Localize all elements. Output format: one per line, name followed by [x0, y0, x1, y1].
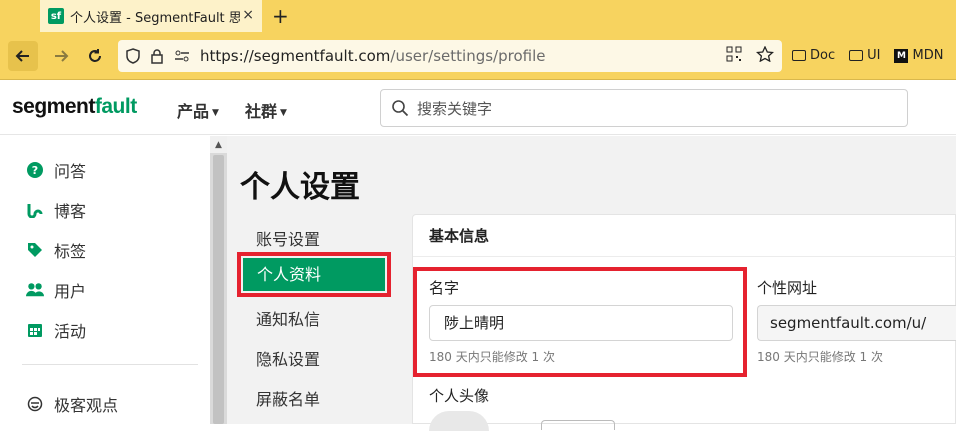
url-label: 个性网址 [757, 279, 818, 297]
permissions-icon[interactable] [174, 48, 190, 64]
users-icon [26, 282, 44, 298]
reload-icon [89, 49, 101, 62]
page-title: 个人设置 [240, 170, 360, 205]
tab-title: 个人设置 - SegmentFault 思否 [70, 10, 240, 26]
avatar-label: 个人头像 [429, 387, 490, 405]
blog-icon [26, 202, 44, 218]
back-button[interactable] [8, 41, 38, 71]
name-label: 名字 [429, 279, 460, 297]
sf-favicon-icon: sf [48, 8, 64, 24]
url-prefix-field: segmentfault.com/u/ [757, 305, 956, 341]
lock-icon[interactable] [150, 48, 164, 64]
url-hint: 180 天内只能修改 1 次 [757, 350, 883, 364]
settings-menu-notifications[interactable]: 通知私信 [256, 306, 320, 330]
bookmark-label: Doc [810, 48, 836, 63]
logo-text-accent: fault [94, 95, 137, 118]
sidebar-item-label: 标签 [54, 242, 87, 261]
forward-button[interactable] [46, 41, 76, 71]
avatar[interactable] [429, 411, 489, 431]
sidebar-scrollbar[interactable]: ▲ [210, 136, 227, 424]
bookmark-ui[interactable]: UI [849, 48, 880, 63]
url-host: https://segmentfault.com [200, 47, 391, 65]
mdn-icon: M [894, 48, 909, 63]
folder-icon [849, 50, 864, 61]
tag-icon [26, 242, 44, 258]
site-logo[interactable]: segmentfault [12, 95, 137, 119]
name-hint: 180 天内只能修改 1 次 [429, 350, 555, 364]
svg-text:?: ? [32, 164, 38, 177]
bookmarks-bar: Doc UI M MDN [792, 48, 943, 63]
upload-avatar-button[interactable] [541, 420, 615, 430]
url-path: /user/settings/profile [390, 47, 546, 65]
sidebar-divider [22, 364, 198, 365]
geek-icon [26, 396, 44, 412]
bookmark-doc[interactable]: Doc [792, 48, 835, 63]
browser-nav-bar: https://segmentfault.com/user/settings/p… [0, 32, 956, 80]
settings-menu-account[interactable]: 账号设置 [256, 226, 320, 250]
browser-tab-bar: sf 个人设置 - SegmentFault 思否 × + [0, 0, 956, 32]
sidebar-item-tags[interactable]: 标签 [26, 238, 86, 262]
url-bar[interactable]: https://segmentfault.com/user/settings/p… [118, 40, 782, 72]
arrow-left-icon [15, 50, 29, 62]
left-sidebar: ? 问答 博客 标签 用户 活动 极客观点 [0, 136, 210, 424]
new-tab-button[interactable]: + [272, 4, 289, 28]
settings-menu-profile[interactable]: 个人资料 [243, 258, 385, 291]
sidebar-item-label: 极客观点 [54, 396, 119, 415]
site-header: segmentfault 产品 ▼ 社群 ▼ 搜索关键字 [0, 81, 956, 135]
folder-icon [792, 50, 806, 61]
sidebar-item-label: 用户 [54, 282, 87, 301]
bookmark-mdn[interactable]: M MDN [894, 48, 943, 63]
sidebar-item-geek[interactable]: 极客观点 [26, 392, 118, 416]
scroll-thumb[interactable] [213, 155, 224, 424]
browser-tab[interactable]: sf 个人设置 - SegmentFault 思否 × [40, 0, 262, 32]
basic-info-panel: 基本信息 名字 陟上晴明 180 天内只能修改 1 次 个性网址 segment… [412, 214, 956, 431]
menu-community[interactable]: 社群 ▼ [245, 98, 287, 122]
caret-down-icon: ▼ [280, 107, 287, 118]
scroll-up-icon[interactable]: ▲ [210, 136, 227, 153]
sidebar-item-label: 博客 [54, 202, 87, 221]
bookmark-label: UI [867, 48, 881, 63]
settings-menu-blocklist[interactable]: 屏蔽名单 [256, 386, 320, 410]
name-field[interactable]: 陟上晴明 [429, 305, 733, 341]
caret-down-icon: ▼ [212, 107, 219, 118]
menu-label: 产品 [177, 102, 210, 121]
sidebar-item-users[interactable]: 用户 [26, 278, 86, 302]
sidebar-item-label: 问答 [54, 162, 87, 181]
qr-code-icon[interactable] [726, 46, 742, 62]
menu-label: 社群 [245, 102, 278, 121]
arrow-right-icon [55, 50, 69, 62]
panel-heading: 基本信息 [413, 215, 956, 257]
logo-text: segment [12, 95, 95, 118]
sidebar-item-qa[interactable]: ? 问答 [26, 158, 86, 182]
bookmark-label: MDN [912, 48, 944, 63]
shield-icon[interactable] [126, 48, 140, 64]
search-input[interactable]: 搜索关键字 [380, 89, 908, 127]
main-content: 个人设置 账号设置 个人资料 通知私信 隐私设置 屏蔽名单 基本信息 名字 陟上… [227, 136, 956, 431]
star-icon[interactable] [756, 46, 774, 62]
sidebar-item-label: 活动 [54, 322, 87, 341]
settings-active-highlight: 个人资料 [237, 252, 391, 297]
menu-products[interactable]: 产品 ▼ [177, 98, 219, 122]
reload-button[interactable] [80, 41, 110, 71]
sidebar-item-blog[interactable]: 博客 [26, 198, 86, 222]
sidebar-item-events[interactable]: 活动 [26, 318, 86, 342]
tab-close-icon[interactable]: × [242, 7, 254, 23]
search-icon [392, 100, 409, 117]
settings-menu-privacy[interactable]: 隐私设置 [256, 346, 320, 370]
question-circle-icon: ? [26, 162, 44, 178]
calendar-icon [26, 322, 44, 338]
search-placeholder: 搜索关键字 [417, 99, 493, 118]
